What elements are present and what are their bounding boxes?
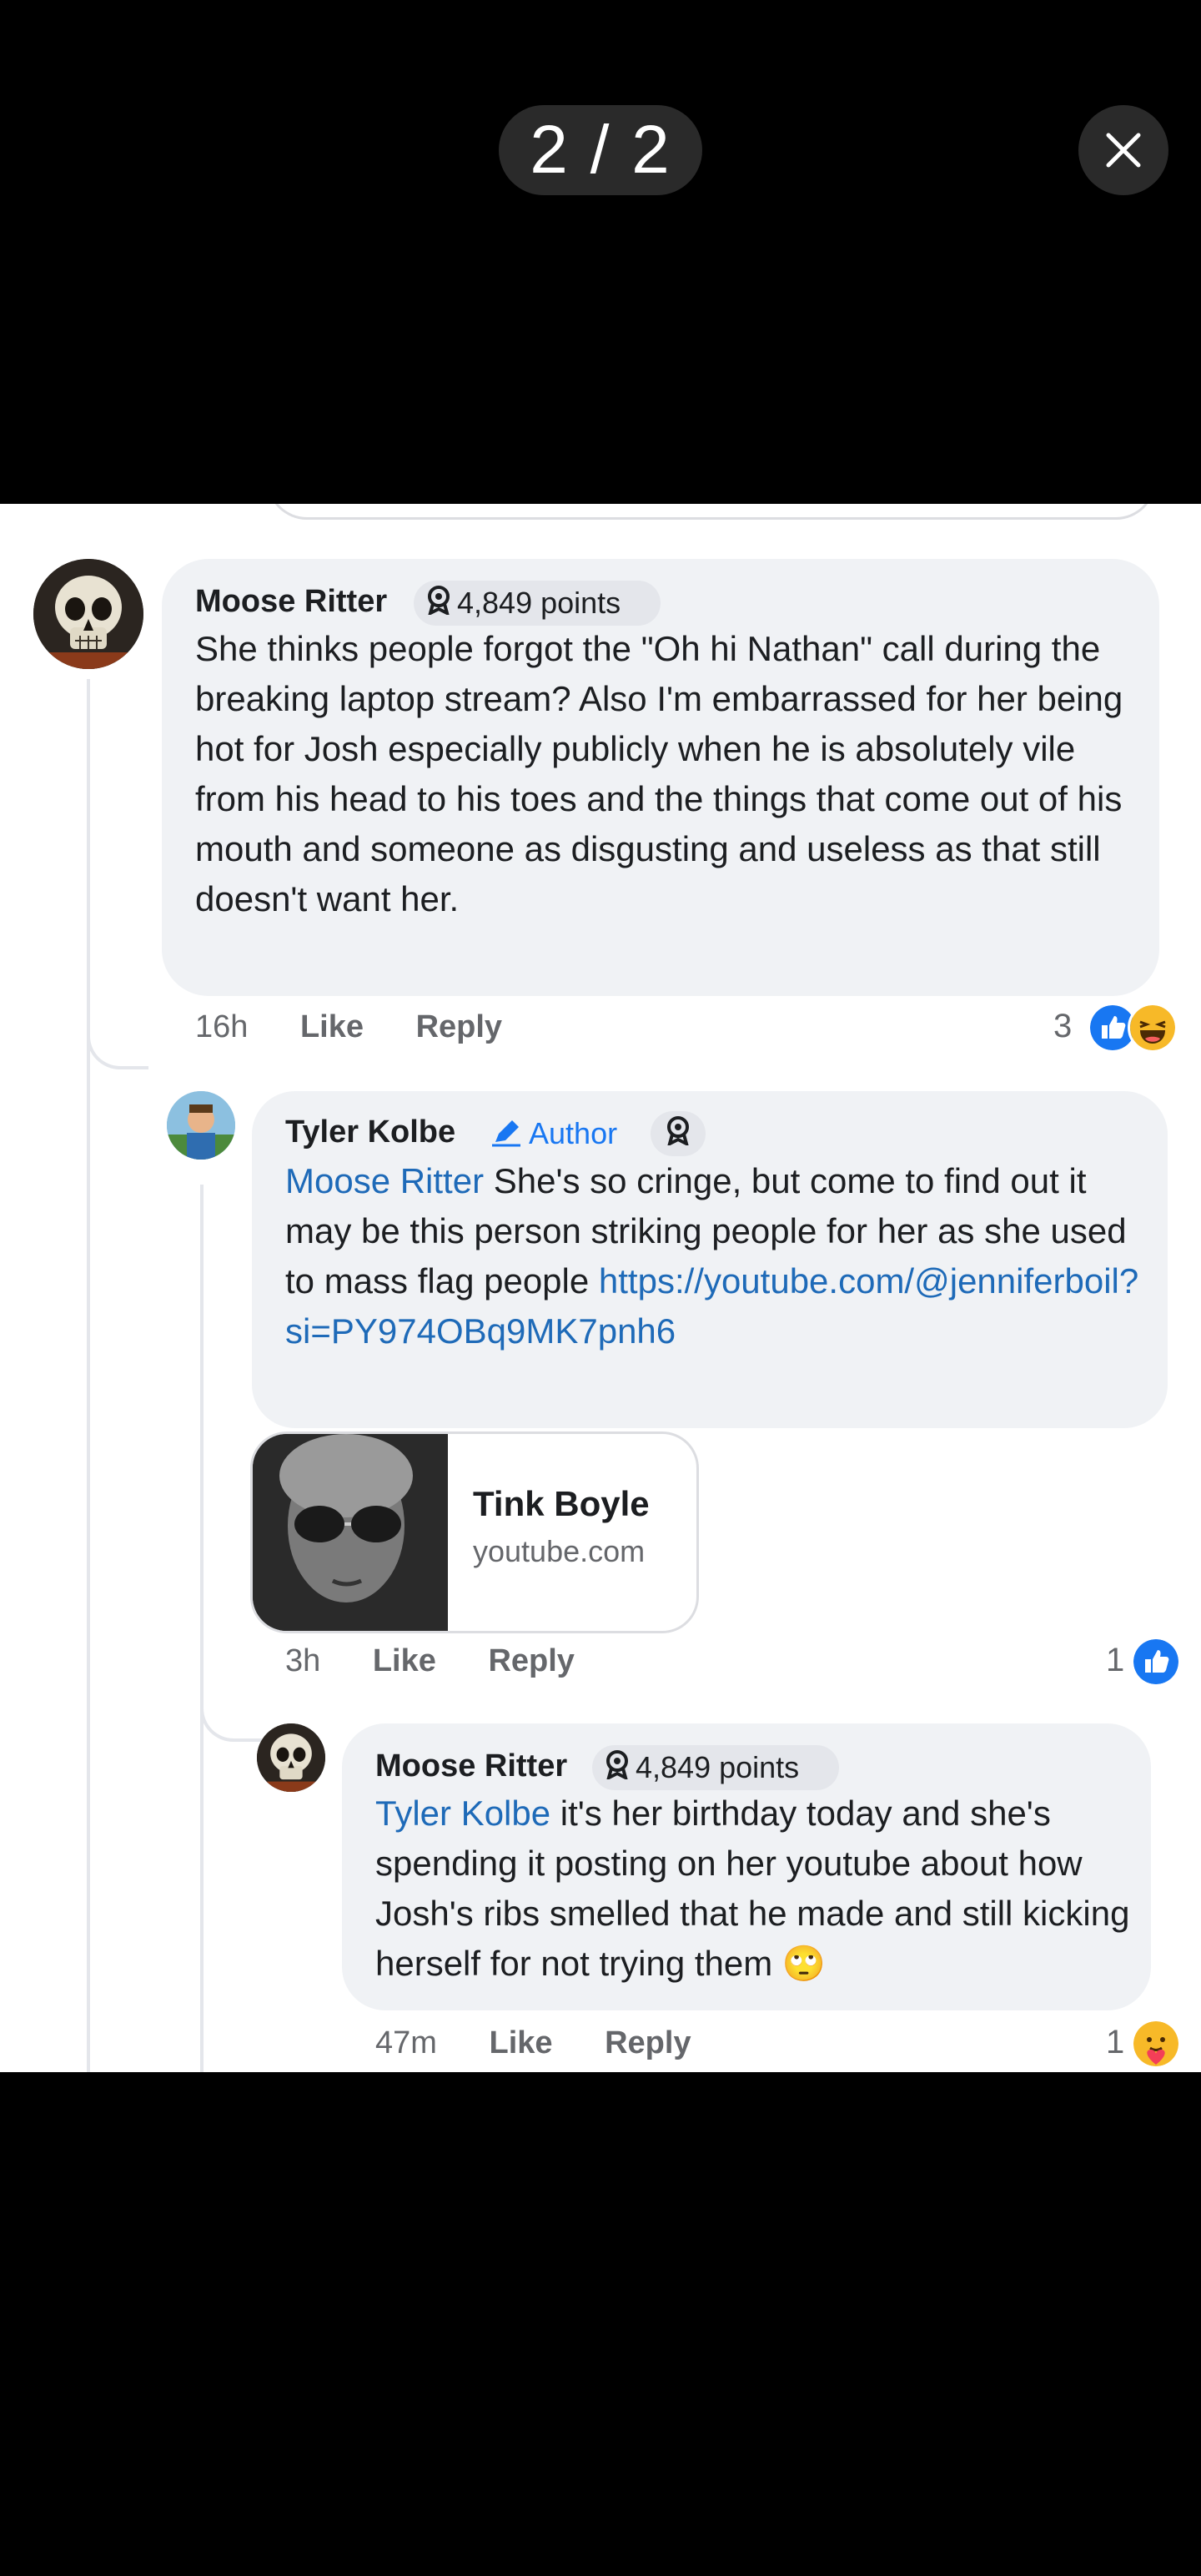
- commenter-name[interactable]: Tyler Kolbe: [285, 1114, 455, 1150]
- comments-screenshot: Moose Ritter 4,849 points She thinks peo…: [0, 504, 1201, 2072]
- reply-button[interactable]: Reply: [605, 2025, 691, 2060]
- reply-button[interactable]: Reply: [488, 1643, 574, 1678]
- points-badge: 4,849 points: [592, 1745, 839, 1790]
- reply-button[interactable]: Reply: [416, 1009, 502, 1044]
- close-icon: [1106, 133, 1141, 168]
- reaction-count: 1: [1106, 1642, 1125, 1678]
- badge-icon: [604, 1747, 631, 1792]
- portrait-thumbnail-icon: [253, 1434, 448, 1631]
- haha-icon: [1128, 1003, 1178, 1053]
- pencil-icon: [492, 1120, 520, 1147]
- reaction-count: 1: [1106, 2024, 1125, 2060]
- comment-time: 3h: [285, 1643, 321, 1678]
- author-label: Author: [529, 1116, 618, 1150]
- thread-line: [200, 1185, 204, 2072]
- thread-connector: [200, 1680, 262, 1742]
- skull-icon: [257, 1723, 325, 1792]
- comment-text: Tyler Kolbe it's her birthday today and …: [375, 1789, 1134, 1989]
- comment-text: Moose Ritter She's so cringe, but come t…: [285, 1156, 1153, 1356]
- thread-line: [87, 679, 90, 2072]
- like-button[interactable]: Like: [373, 1643, 436, 1678]
- thread-connector: [87, 1004, 148, 1069]
- cartoon-avatar-icon: [167, 1091, 235, 1160]
- reaction-summary[interactable]: 1: [1101, 2019, 1184, 2069]
- reaction-count: 3: [1053, 1008, 1073, 1044]
- points-label: 4,849 points: [457, 586, 621, 620]
- like-icon: [1131, 1637, 1181, 1687]
- link-preview-card[interactable]: Tink Boyle youtube.com: [250, 1431, 699, 1633]
- mention-link[interactable]: Moose Ritter: [285, 1161, 484, 1200]
- points-label: 4,849 points: [636, 1750, 800, 1784]
- previous-comment-edge: [267, 504, 1156, 520]
- skull-icon: [33, 559, 143, 669]
- care-icon: [1131, 2019, 1181, 2069]
- commenter-name[interactable]: Moose Ritter: [195, 584, 387, 620]
- badge-icon: [665, 1113, 691, 1158]
- commenter-name[interactable]: Moose Ritter: [375, 1748, 567, 1784]
- like-button[interactable]: Like: [300, 1009, 364, 1044]
- comment-time: 47m: [375, 2025, 437, 2060]
- points-badge: 4,849 points: [414, 581, 661, 626]
- reaction-summary[interactable]: 1: [1101, 1637, 1184, 1687]
- author-tag: Author: [490, 1116, 617, 1151]
- card-title: Tink Boyle: [473, 1484, 650, 1523]
- close-button[interactable]: [1078, 105, 1168, 195]
- avatar[interactable]: [33, 559, 143, 669]
- comment-meta: 3h Like Reply: [285, 1643, 575, 1679]
- points-badge: [651, 1111, 706, 1156]
- badge-icon: [425, 582, 452, 627]
- like-button[interactable]: Like: [489, 2025, 552, 2060]
- image-counter: 2 / 2: [499, 105, 702, 195]
- comment-time: 16h: [195, 1009, 249, 1044]
- avatar[interactable]: [257, 1723, 325, 1792]
- avatar[interactable]: [167, 1091, 235, 1160]
- reaction-summary[interactable]: 3: [1051, 1003, 1184, 1053]
- comment-text: She thinks people forgot the "Oh hi Nath…: [195, 629, 1123, 918]
- comment-meta: 16h Like Reply: [195, 1009, 502, 1045]
- comment-meta: 47m Like Reply: [375, 2025, 691, 2061]
- mention-link[interactable]: Tyler Kolbe: [375, 1794, 550, 1833]
- card-domain: youtube.com: [473, 1534, 646, 1568]
- link-thumbnail: [253, 1434, 448, 1631]
